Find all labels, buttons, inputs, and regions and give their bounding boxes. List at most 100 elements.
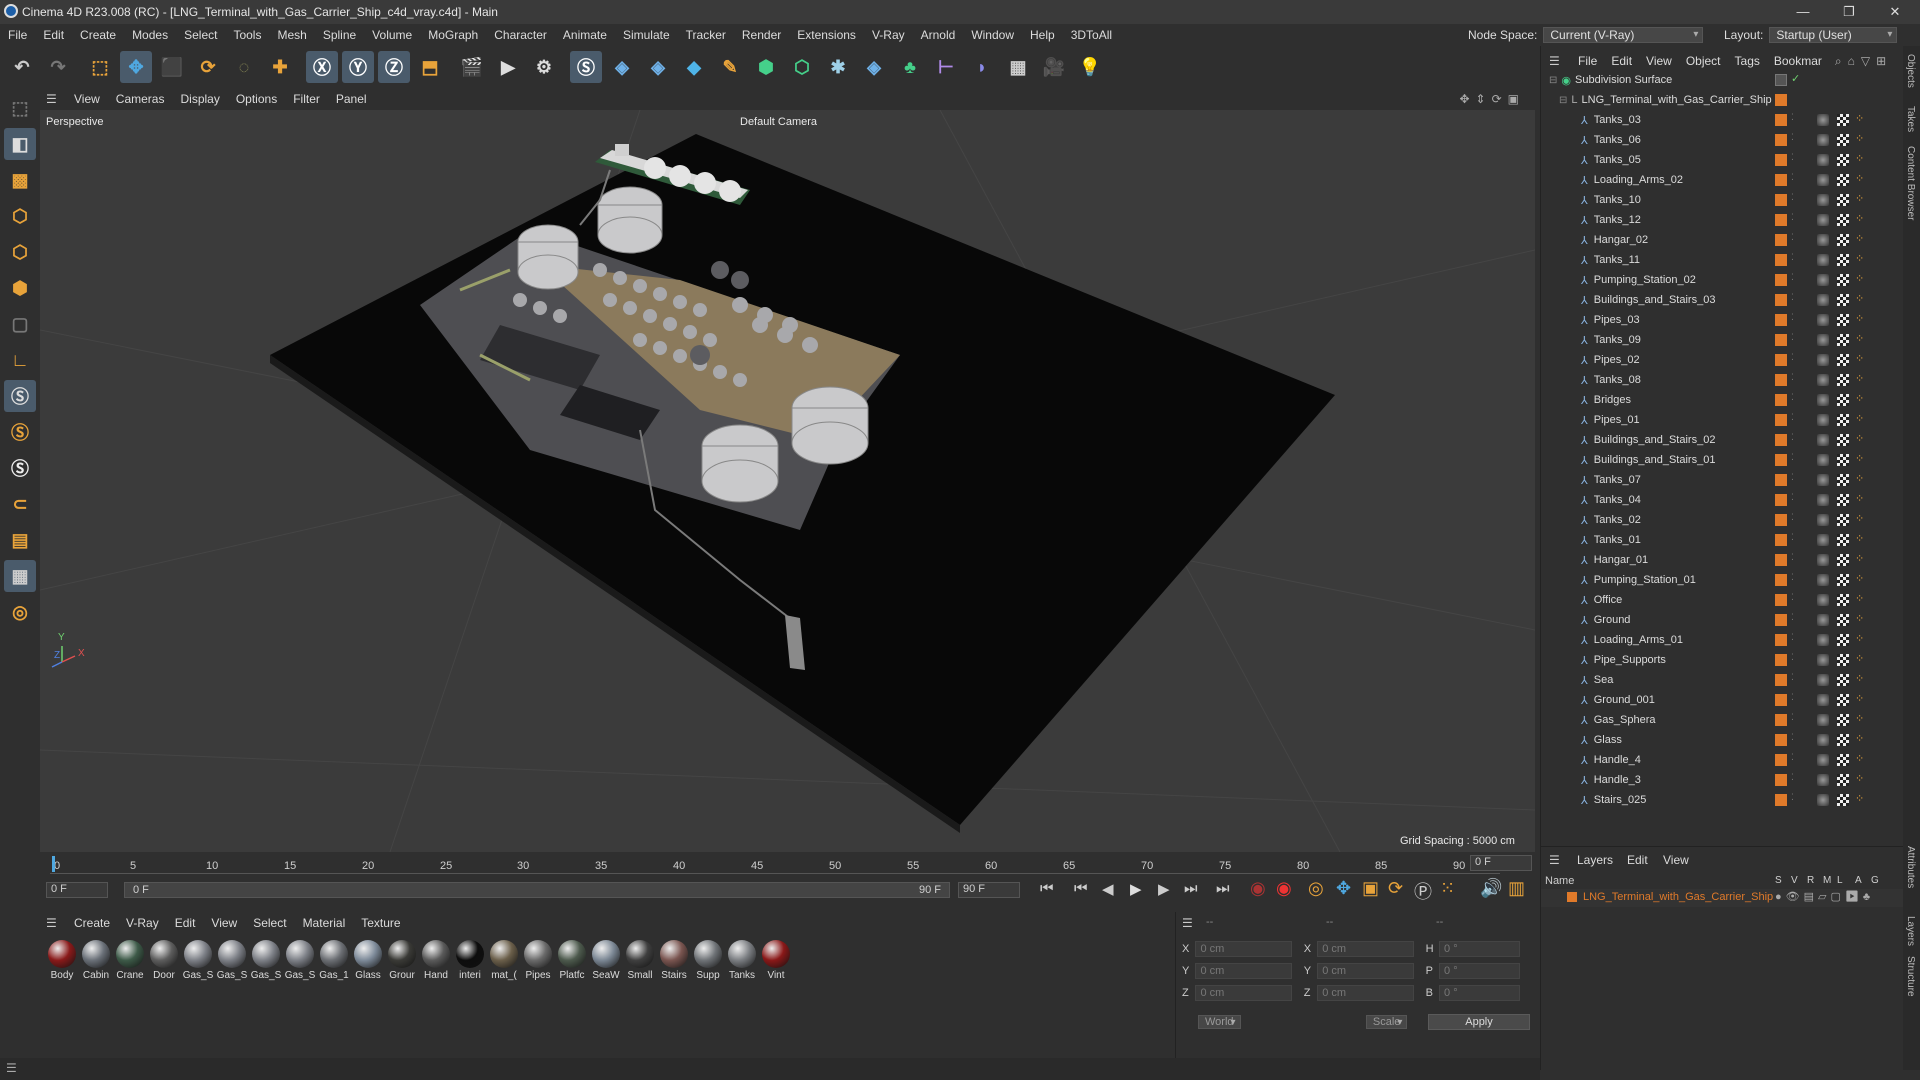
visibility-dots-icon[interactable]: ⁚ [1791, 352, 1794, 363]
material-tag-icon[interactable] [1817, 254, 1829, 266]
texture-tag-icon[interactable] [1837, 234, 1849, 246]
texture-tag-icon[interactable] [1837, 534, 1849, 546]
material-item[interactable]: Platfc [556, 940, 588, 981]
rotate-icon[interactable]: ⟳ [192, 51, 224, 83]
visibility-dots-icon[interactable]: ⁚ [1791, 532, 1794, 543]
layer-color-icon[interactable] [1775, 534, 1787, 546]
menu-mograph[interactable]: MoGraph [420, 28, 486, 42]
vray-tag-icon[interactable]: ⁘ [1855, 192, 1864, 205]
menu-select[interactable]: Select [176, 28, 225, 42]
viewport-nav-icons[interactable]: ✥⇕⟳▣ [1459, 92, 1525, 106]
object-row[interactable]: ⅄ Buildings_and_Stairs_02 ⁚ ⁘ [1541, 430, 1904, 450]
z-axis-lock-icon[interactable]: Ⓩ [378, 51, 410, 83]
object-row[interactable]: ⅄ Bridges ⁚ ⁘ [1541, 390, 1904, 410]
menu-modes[interactable]: Modes [124, 28, 176, 42]
object-row[interactable]: ⅄ Hangar_01 ⁚ ⁘ [1541, 550, 1904, 570]
visibility-dots-icon[interactable]: ⁚ [1791, 792, 1794, 803]
visibility-dots-icon[interactable]: ⁚ [1791, 132, 1794, 143]
coords-scale-select[interactable]: Scale [1365, 1015, 1408, 1029]
layer-color-icon[interactable] [1775, 494, 1787, 506]
vray-tag-icon[interactable]: ⁘ [1855, 672, 1864, 685]
camera-icon[interactable]: 🎥 [1038, 51, 1070, 83]
layer-color-icon[interactable] [1775, 774, 1787, 786]
layer-name[interactable]: LNG_Terminal_with_Gas_Carrier_Ship [1583, 891, 1773, 903]
material-tag-icon[interactable] [1817, 514, 1829, 526]
menu-character[interactable]: Character [486, 28, 555, 42]
start-frame-field[interactable]: 0 F [46, 882, 108, 898]
object-row[interactable]: ⅄ Buildings_and_Stairs_01 ⁚ ⁘ [1541, 450, 1904, 470]
texture-tag-icon[interactable] [1837, 154, 1849, 166]
collapse-icon[interactable]: ⊟ [1549, 75, 1557, 86]
layer-color-icon[interactable] [1775, 794, 1787, 806]
key-position-icon[interactable]: ✥ [1336, 878, 1351, 899]
material-tag-icon[interactable] [1817, 154, 1829, 166]
status-menu-icon[interactable]: ☰ [6, 1061, 17, 1075]
material-tag-icon[interactable] [1817, 574, 1829, 586]
texture-tag-icon[interactable] [1837, 274, 1849, 286]
visibility-dots-icon[interactable]: ⁚ [1791, 752, 1794, 763]
apply-button[interactable]: Apply [1428, 1014, 1530, 1030]
visibility-dots-icon[interactable]: ⁚ [1791, 612, 1794, 623]
viewport-menu-view[interactable]: View [66, 92, 108, 106]
object-row[interactable]: ⅄ Hangar_02 ⁚ ⁘ [1541, 230, 1904, 250]
vray-snap-icon[interactable]: Ⓢ [4, 380, 36, 412]
material-tag-icon[interactable] [1817, 194, 1829, 206]
side-tab-objects[interactable]: Objects [1905, 54, 1916, 88]
layer-color-icon[interactable] [1775, 294, 1787, 306]
object-row[interactable]: ⅄ Sea ⁚ ⁘ [1541, 670, 1904, 690]
texture-tag-icon[interactable] [1837, 494, 1849, 506]
side-tab-layers[interactable]: Layers [1905, 916, 1916, 946]
object-menu-file[interactable]: File [1571, 54, 1604, 68]
material-tag-icon[interactable] [1817, 614, 1829, 626]
object-row[interactable]: ⅄ Tanks_03 ⁚ ⁘ [1541, 110, 1904, 130]
current-frame-field[interactable]: 0 F [1470, 855, 1532, 871]
timeline-icon[interactable]: ▥ [1508, 878, 1525, 899]
object-row[interactable]: ⅄ Handle_3 ⁚ ⁘ [1541, 770, 1904, 790]
texture-tag-icon[interactable] [1837, 414, 1849, 426]
layer-color-icon[interactable] [1775, 554, 1787, 566]
texture-tag-icon[interactable] [1837, 554, 1849, 566]
visibility-dots-icon[interactable]: ⁚ [1791, 372, 1794, 383]
texture-tag-icon[interactable] [1837, 354, 1849, 366]
visibility-dots-icon[interactable]: ⁚ [1791, 452, 1794, 463]
visibility-dots-icon[interactable]: ⁚ [1791, 272, 1794, 283]
viewport-menu-cameras[interactable]: Cameras [108, 92, 173, 106]
vray-tag-icon[interactable]: ⁘ [1855, 432, 1864, 445]
texture-tag-icon[interactable] [1837, 614, 1849, 626]
texture-tag-icon[interactable] [1837, 514, 1849, 526]
vray-tag-icon[interactable]: ⁘ [1855, 292, 1864, 305]
prev-frame-icon[interactable]: ◀ [1102, 880, 1114, 898]
layer-color-icon[interactable] [1775, 614, 1787, 626]
texture-tag-icon[interactable] [1837, 194, 1849, 206]
size-z-field[interactable]: 0 cm [1317, 985, 1414, 1001]
cube-icon[interactable]: ◆ [678, 51, 710, 83]
vray-tag-icon[interactable]: ⁘ [1855, 712, 1864, 725]
object-row[interactable]: ⅄ Tanks_05 ⁚ ⁘ [1541, 150, 1904, 170]
visibility-dots-icon[interactable]: ⁚ [1791, 232, 1794, 243]
goto-end-icon[interactable]: ⏭ [1216, 880, 1230, 897]
object-row[interactable]: ⅄ Pipes_03 ⁚ ⁘ [1541, 310, 1904, 330]
vray-tag-icon[interactable]: ⁘ [1855, 172, 1864, 185]
material-tag-icon[interactable] [1817, 714, 1829, 726]
layout-select[interactable]: Startup (User) [1769, 27, 1898, 43]
material-item[interactable]: Gas_S [182, 940, 214, 981]
menu-animate[interactable]: Animate [555, 28, 615, 42]
object-row-group[interactable]: ⊟ L LNG_Terminal_with_Gas_Carrier_Ship [1541, 90, 1904, 110]
visibility-dots-icon[interactable]: ⁚ [1791, 392, 1794, 403]
key-rotation-icon[interactable]: ⟳ [1388, 878, 1403, 899]
material-item[interactable]: Gas_S [284, 940, 316, 981]
material-item[interactable]: Glass [352, 940, 384, 981]
object-hamburger-icon[interactable]: ☰ [1549, 54, 1571, 68]
y-axis-lock-icon[interactable]: Ⓨ [342, 51, 374, 83]
object-row[interactable]: ⅄ Gas_Sphera ⁚ ⁘ [1541, 710, 1904, 730]
material-item[interactable]: Small [624, 940, 656, 981]
visibility-dots-icon[interactable]: ⁚ [1791, 112, 1794, 123]
mograph-icon[interactable]: ♣ [894, 51, 926, 83]
material-item[interactable]: Crane [114, 940, 146, 981]
vray-tag-icon[interactable]: ⁘ [1855, 212, 1864, 225]
visibility-dots-icon[interactable]: ⁚ [1791, 472, 1794, 483]
visibility-dots-icon[interactable]: ⁚ [1791, 192, 1794, 203]
visibility-dots-icon[interactable]: ⁚ [1791, 252, 1794, 263]
menu-volume[interactable]: Volume [364, 28, 420, 42]
vray-tag-icon[interactable]: ⁘ [1855, 512, 1864, 525]
